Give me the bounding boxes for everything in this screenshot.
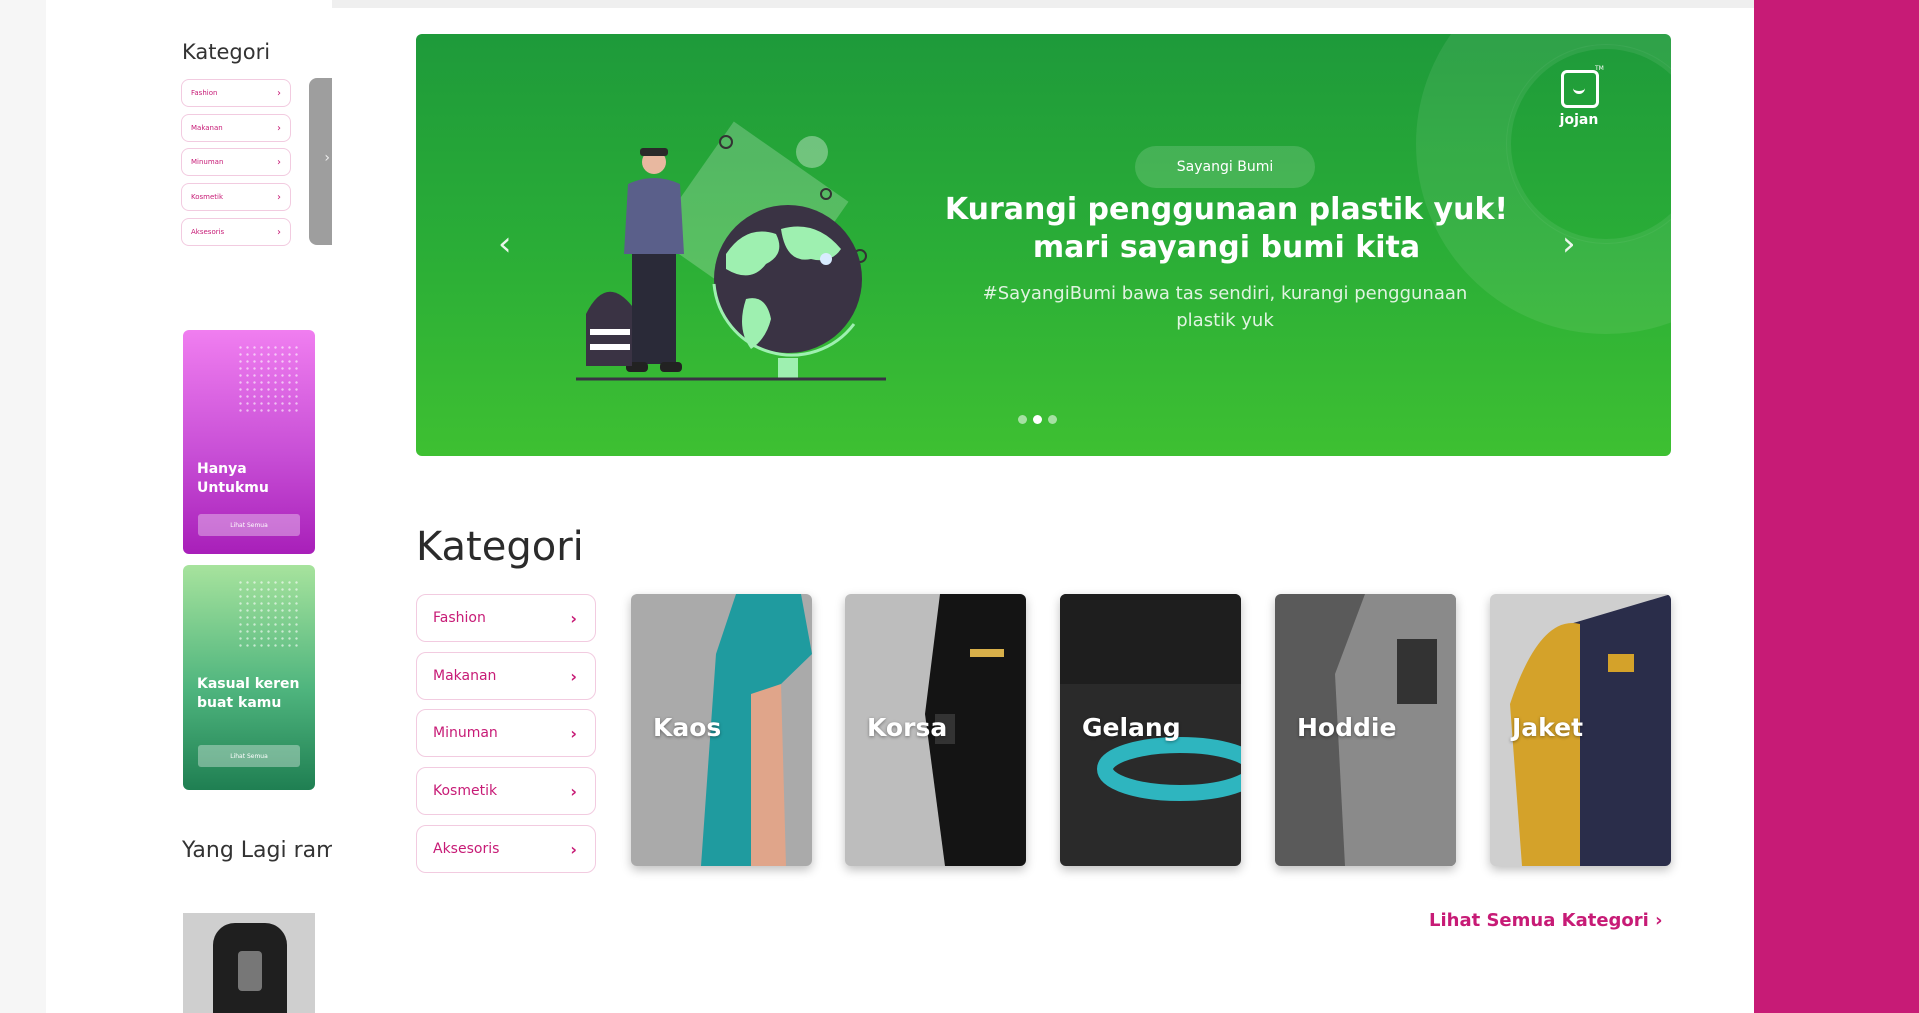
sidebar-item-minuman[interactable]: Minuman › bbox=[181, 148, 291, 176]
category-item-label: Minuman bbox=[433, 725, 498, 741]
chevron-right-icon: › bbox=[570, 723, 577, 743]
carousel-dots[interactable] bbox=[1018, 415, 1057, 424]
chevron-right-icon: › bbox=[277, 226, 281, 238]
category-item-label: Fashion bbox=[433, 610, 486, 626]
promo-card-kasual[interactable]: Kasual keren buat kamu Lihat Semua bbox=[183, 565, 315, 790]
globe-illustration bbox=[576, 121, 886, 381]
category-card-label: Kaos bbox=[653, 713, 722, 742]
sidebar-item-label: Fashion bbox=[191, 89, 218, 97]
category-item-label: Aksesoris bbox=[433, 841, 500, 857]
category-item-minuman[interactable]: Minuman › bbox=[416, 709, 596, 757]
chevron-right-icon: › bbox=[570, 666, 577, 686]
sidebar-item-label: Aksesoris bbox=[191, 228, 225, 236]
sidebar-item-kosmetik[interactable]: Kosmetik › bbox=[181, 183, 291, 211]
chevron-right-icon: › bbox=[277, 122, 281, 134]
sidebar-category-title: Kategori bbox=[182, 40, 271, 64]
banner-headline: Kurangi penggunaan plastik yuk! mari say… bbox=[944, 192, 1509, 265]
category-card-kaos[interactable]: Kaos bbox=[631, 594, 812, 866]
sidebar-item-aksesoris[interactable]: Aksesoris › bbox=[181, 218, 291, 246]
tshirt-print bbox=[238, 951, 262, 991]
hero-banner[interactable]: ‹ › Sayangi Bumi Kurangi penggunaan plas… bbox=[416, 34, 1671, 456]
sidebar-item-makanan[interactable]: Makanan › bbox=[181, 114, 291, 142]
category-card-label: Jaket bbox=[1512, 713, 1584, 742]
category-card-gelang[interactable]: Gelang bbox=[1060, 594, 1241, 866]
dot-pattern bbox=[237, 579, 301, 647]
sidebar-item-fashion[interactable]: Fashion › bbox=[181, 79, 291, 107]
carousel-dot[interactable] bbox=[1018, 415, 1027, 424]
right-edge-band bbox=[1754, 0, 1919, 1013]
carousel-dot[interactable] bbox=[1033, 415, 1042, 424]
sidebar-scroll-button[interactable]: › bbox=[309, 78, 332, 245]
chevron-right-icon[interactable]: › bbox=[1562, 224, 1576, 264]
chevron-right-icon: › bbox=[570, 839, 577, 859]
brand-name: jojan bbox=[1559, 112, 1599, 128]
category-item-aksesoris[interactable]: Aksesoris › bbox=[416, 825, 596, 873]
category-item-label: Makanan bbox=[433, 668, 497, 684]
banner-pill: Sayangi Bumi bbox=[1135, 146, 1315, 188]
category-item-kosmetik[interactable]: Kosmetik › bbox=[416, 767, 596, 815]
sidebar-item-label: Minuman bbox=[191, 158, 224, 166]
category-item-makanan[interactable]: Makanan › bbox=[416, 652, 596, 700]
promo-text: Kasual keren buat kamu bbox=[197, 676, 300, 711]
brand-logo: TM jojan bbox=[1549, 56, 1607, 132]
category-card-hoddie[interactable]: Hoddie bbox=[1275, 594, 1456, 866]
chevron-right-icon: › bbox=[570, 781, 577, 801]
trending-product-image[interactable] bbox=[183, 913, 315, 1013]
chevron-right-icon: › bbox=[277, 87, 281, 99]
chevron-left-icon[interactable]: ‹ bbox=[498, 224, 512, 264]
carousel-dot[interactable] bbox=[1048, 415, 1057, 424]
sidebar-item-label: Makanan bbox=[191, 124, 223, 132]
banner-subtext: #SayangiBumi bawa tas sendiri, kurangi p… bbox=[982, 283, 1468, 331]
shopping-bag-icon bbox=[1561, 70, 1599, 108]
category-section-title: Kategori bbox=[416, 524, 584, 570]
promo-card-hanya-untukmu[interactable]: Hanya Untukmu Lihat Semua bbox=[183, 330, 315, 554]
promo-text: Hanya Untukmu bbox=[197, 461, 269, 496]
chevron-right-icon: › bbox=[277, 156, 281, 168]
category-card-label: Korsa bbox=[867, 713, 948, 742]
chevron-right-icon: › bbox=[324, 150, 330, 166]
chevron-right-icon: › bbox=[277, 191, 281, 203]
category-card-label: Gelang bbox=[1082, 713, 1181, 742]
category-item-fashion[interactable]: Fashion › bbox=[416, 594, 596, 642]
chevron-right-icon: › bbox=[570, 608, 577, 628]
category-card-jaket[interactable]: Jaket bbox=[1490, 594, 1671, 866]
page-root: Kategori Fashion › Makanan › Minuman › Kosm… bbox=[0, 0, 1919, 1013]
trademark-mark: TM bbox=[1595, 65, 1604, 72]
left-gutter bbox=[0, 0, 46, 1013]
see-all-categories-link[interactable]: Lihat Semua Kategori › bbox=[1429, 910, 1663, 931]
dot-pattern bbox=[237, 344, 301, 412]
trending-title: Yang Lagi ramai diminati bbox=[182, 838, 332, 863]
category-card-label: Hoddie bbox=[1297, 713, 1397, 742]
category-card-korsa[interactable]: Korsa bbox=[845, 594, 1026, 866]
promo-button[interactable]: Lihat Semua bbox=[198, 745, 300, 767]
sidebar-item-label: Kosmetik bbox=[191, 193, 224, 201]
category-item-label: Kosmetik bbox=[433, 783, 498, 799]
promo-button[interactable]: Lihat Semua bbox=[198, 514, 300, 536]
top-bar bbox=[332, 0, 1754, 8]
